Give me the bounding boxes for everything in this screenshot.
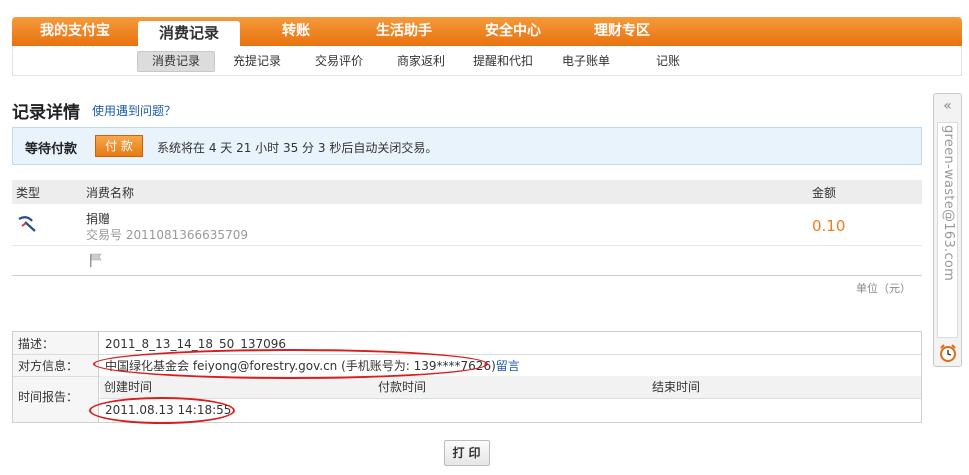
amount-value: 0.10 <box>812 217 846 235</box>
counterparty-label: 对方信息： <box>18 359 79 373</box>
subnav-reminders[interactable]: 提醒和代扣 <box>459 51 547 72</box>
sub-nav: 消费记录 充提记录 交易评价 商家返利 提醒和代扣 电子账单 记账 <box>12 46 962 76</box>
item-name: 捐赠 <box>86 212 111 226</box>
description-label: 描述： <box>18 337 55 351</box>
pay-button[interactable]: 付 款 <box>95 135 143 157</box>
table-row <box>12 246 922 276</box>
tab-transfer[interactable]: 转账 <box>282 17 310 46</box>
page-title: 记录详情 <box>12 103 80 123</box>
tab-consumption-records[interactable]: 消费记录 <box>138 21 240 48</box>
closed-time-header: 结束时间 <box>652 380 701 394</box>
subnav-recharge-withdraw[interactable]: 充提记录 <box>219 51 295 72</box>
trade-number: 交易号 2011081366635709 <box>86 228 248 242</box>
record-table-header: 类型 消费名称 金额 <box>12 180 922 204</box>
header-type: 类型 <box>16 186 41 200</box>
header-name: 消费名称 <box>86 186 135 200</box>
subnav-consumption-records[interactable]: 消费记录 <box>137 51 216 72</box>
print-button[interactable]: 打印 <box>444 440 490 466</box>
details-table: 描述： 2011_8_13_14_18_50_137096 对方信息： 中国绿化… <box>12 331 922 423</box>
divider <box>13 354 921 355</box>
created-time-header: 创建时间 <box>104 380 153 394</box>
unit-label: 单位（元） <box>856 282 911 295</box>
subnav-merchant-rebate[interactable]: 商家返利 <box>383 51 459 72</box>
account-panel: green-waste@163.com <box>937 122 958 338</box>
subnav-bookkeeping[interactable]: 记账 <box>642 51 694 72</box>
account-email: green-waste@163.com <box>941 125 956 282</box>
payment-status-box: 等待付款 付 款 系统将在 4 天 21 小时 35 分 3 秒后自动关闭交易。 <box>12 127 922 165</box>
subnav-trade-review[interactable]: 交易评价 <box>301 51 377 72</box>
alarm-clock-icon[interactable] <box>938 343 958 363</box>
donation-icon <box>18 216 36 232</box>
main-nav: 我的支付宝 消费记录 转账 生活助手 安全中心 理财专区 <box>12 17 962 48</box>
created-time-value: 2011.08.13 14:18:55 <box>105 403 232 417</box>
status-title: 等待付款 <box>25 142 78 157</box>
auto-close-message: 系统将在 4 天 21 小时 35 分 3 秒后自动关闭交易。 <box>157 141 438 155</box>
tab-life-assistant[interactable]: 生活助手 <box>376 17 432 46</box>
time-report-header: 创建时间 付款时间 结束时间 <box>100 376 921 398</box>
collapse-icon[interactable]: « <box>937 97 958 117</box>
counterparty-value: 中国绿化基金会 feiyong@forestry.gov.cn (手机账号为: … <box>105 359 496 373</box>
help-link[interactable]: 使用遇到问题？ <box>92 102 176 119</box>
counterparty-info: 中国绿化基金会 feiyong@forestry.gov.cn (手机账号为: … <box>105 357 520 374</box>
time-report-label: 时间报告： <box>18 390 79 404</box>
tab-my-alipay[interactable]: 我的支付宝 <box>40 17 110 46</box>
flag-icon[interactable] <box>88 252 104 268</box>
description-value: 2011_8_13_14_18_50_137096 <box>105 337 287 351</box>
table-row: 捐赠 交易号 2011081366635709 0.10 <box>12 204 922 246</box>
subnav-e-bill[interactable]: 电子账单 <box>548 51 624 72</box>
tab-security-center[interactable]: 安全中心 <box>485 17 541 46</box>
leave-message-link[interactable]: 留言 <box>496 359 520 373</box>
divider <box>100 398 921 399</box>
side-widget: « green-waste@163.com <box>933 93 962 367</box>
tab-finance-zone[interactable]: 理财专区 <box>594 17 650 46</box>
paid-time-header: 付款时间 <box>378 380 427 394</box>
header-amount: 金额 <box>812 186 837 200</box>
